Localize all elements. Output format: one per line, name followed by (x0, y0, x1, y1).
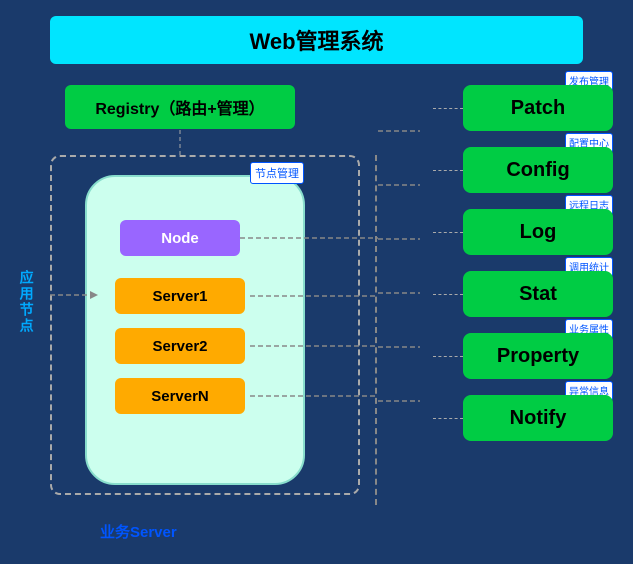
notify-box: Notify (463, 395, 613, 441)
business-server-label: 业务Server (100, 521, 177, 542)
server2-label: Server2 (152, 338, 207, 355)
right-panel: 发布管理 Patch 配置中心 Config 远程日志 Log (463, 85, 613, 449)
service-item-patch: 发布管理 Patch (463, 85, 613, 131)
server2-box: Server2 (115, 328, 245, 364)
log-box: Log (463, 209, 613, 255)
node-box: Node (120, 220, 240, 256)
divider-line (375, 155, 377, 505)
serverN-label: ServerN (151, 388, 209, 405)
service-item-log: 远程日志 Log (463, 209, 613, 255)
registry-box: Registry（路由+管理） (65, 85, 295, 129)
stat-box: Stat (463, 271, 613, 317)
patch-box: Patch (463, 85, 613, 131)
log-label: Log (520, 221, 557, 244)
service-item-property: 业务属性 Property (463, 333, 613, 379)
property-label: Property (497, 345, 579, 368)
property-box: Property (463, 333, 613, 379)
title-text: Web管理系统 (249, 24, 383, 56)
registry-label: Registry（路由+管理） (95, 95, 264, 119)
service-item-config: 配置中心 Config (463, 147, 613, 193)
node-label: Node (161, 230, 199, 247)
title-bar: Web管理系统 (50, 16, 583, 64)
config-label: Config (506, 159, 569, 182)
node-mgmt-text: 节点管理 (255, 168, 299, 180)
app-node-label-container: 应用节点 (16, 270, 36, 334)
node-mgmt-tag: 节点管理 (250, 162, 304, 184)
business-server-text: 业务Server (100, 524, 177, 541)
service-item-stat: 调用统计 Stat (463, 271, 613, 317)
server1-box: Server1 (115, 278, 245, 314)
server1-label: Server1 (152, 288, 207, 305)
config-box: Config (463, 147, 613, 193)
notify-label: Notify (510, 407, 567, 430)
service-item-notify: 异常信息 Notify (463, 395, 613, 441)
app-node-text: 应用节点 (16, 270, 36, 334)
stat-label: Stat (519, 283, 557, 306)
serverN-box: ServerN (115, 378, 245, 414)
main-container: Web管理系统 Registry（路由+管理） 应用节点 Node Server… (0, 0, 633, 564)
patch-label: Patch (511, 97, 565, 120)
